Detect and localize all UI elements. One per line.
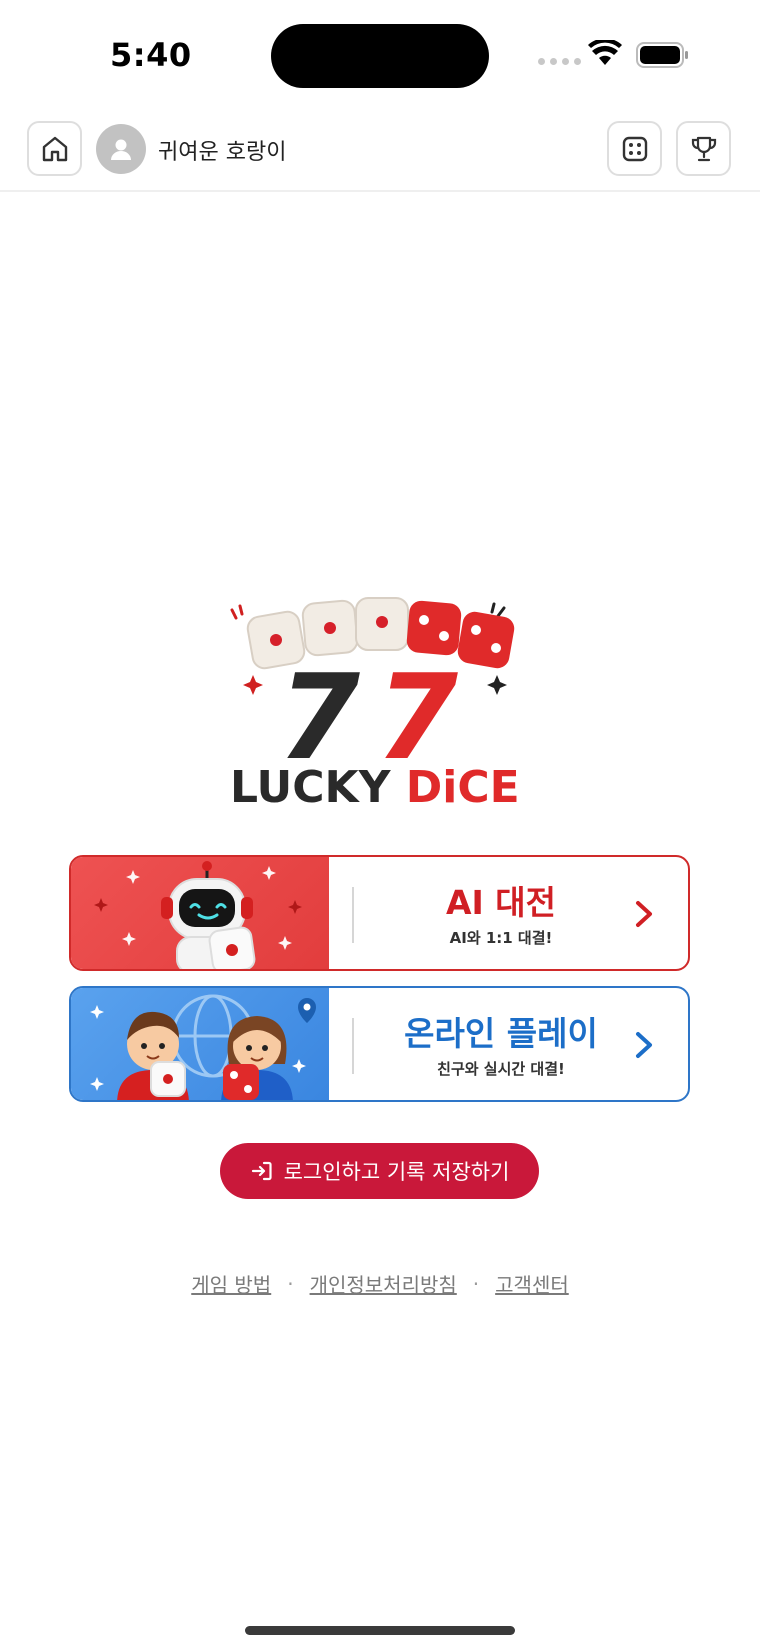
chevron-right-icon: [636, 1032, 652, 1058]
ai-battle-subtitle: AI와 1:1 대결!: [449, 929, 553, 947]
ai-battle-card[interactable]: AI 대전 AI와 1:1 대결!: [69, 855, 690, 971]
card-divider: [352, 1018, 354, 1074]
wifi-icon: [588, 40, 622, 65]
kids-illustration: [71, 988, 329, 1100]
separator: ·: [472, 1271, 480, 1296]
user-icon: [111, 139, 131, 160]
robot-icon: [94, 861, 302, 969]
avatar[interactable]: [96, 124, 146, 174]
lucky-dice-logo: 7 7 LUCKY DiCE: [230, 597, 520, 810]
login-button-label: 로그인하고 기록 저장하기: [283, 1160, 510, 1184]
ai-battle-text: AI 대전 AI와 1:1 대결!: [371, 883, 631, 948]
ai-battle-title: AI 대전: [445, 883, 557, 922]
customer-center-link[interactable]: 고객센터: [495, 1269, 569, 1298]
trophy-button[interactable]: [676, 121, 731, 176]
svg-text:LUCKY DiCE: LUCKY DiCE: [230, 762, 520, 810]
dice-button[interactable]: [607, 121, 662, 176]
online-play-text: 온라인 플레이 친구와 실시간 대결!: [371, 1014, 631, 1079]
footer-links: 게임 방법 · 개인정보처리방침 · 고객센터: [0, 1269, 760, 1298]
home-button[interactable]: [27, 121, 82, 176]
dynamic-island: [271, 24, 489, 88]
login-icon: [251, 1161, 272, 1181]
robot-illustration: [71, 857, 329, 969]
app-header: 귀여운 호랑이: [0, 110, 760, 192]
cellular-signal-icon: [538, 58, 581, 65]
separator: ·: [287, 1271, 294, 1296]
status-bar: 5:40: [0, 0, 760, 110]
home-icon: [42, 136, 67, 161]
online-play-title: 온라인 플레이: [404, 1014, 598, 1053]
dice-icon: [622, 136, 647, 161]
online-play-card[interactable]: 온라인 플레이 친구와 실시간 대결!: [69, 986, 690, 1102]
chevron-right-icon: [636, 901, 652, 927]
status-time: 5:40: [110, 36, 192, 74]
username: 귀여운 호랑이: [158, 140, 287, 165]
login-button[interactable]: 로그인하고 기록 저장하기: [220, 1143, 539, 1199]
kids-globe-icon: [90, 994, 316, 1100]
home-indicator[interactable]: [245, 1626, 515, 1635]
battery-icon: [636, 42, 688, 68]
card-divider: [352, 887, 354, 943]
trophy-icon: [691, 136, 716, 161]
privacy-policy-link[interactable]: 개인정보처리방침: [310, 1269, 457, 1298]
how-to-play-link[interactable]: 게임 방법: [191, 1269, 271, 1298]
online-play-subtitle: 친구와 실시간 대결!: [437, 1060, 565, 1078]
